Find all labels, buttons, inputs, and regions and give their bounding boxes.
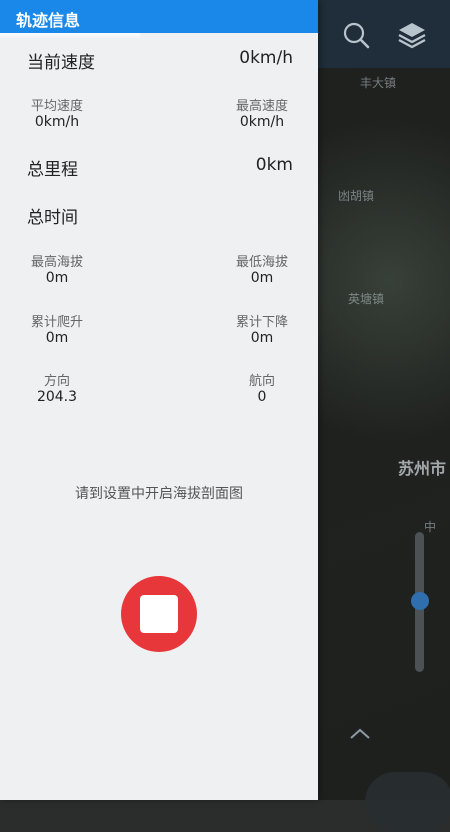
- total-climb-value: 0m: [45, 330, 69, 346]
- total-descent-label: 累计下降: [235, 315, 288, 330]
- avg-speed-label: 平均速度: [30, 99, 83, 114]
- current-speed-label: 当前速度: [27, 53, 95, 73]
- current-speed-value: 0km/h: [239, 48, 293, 68]
- panel-title: 轨迹信息: [16, 11, 81, 30]
- total-distance-row: 总里程 0km: [27, 155, 293, 180]
- stop-recording-button[interactable]: [121, 576, 197, 652]
- max-speed-stat: 最高速度 0km/h: [217, 95, 307, 130]
- avg-speed-value: 0km/h: [34, 114, 80, 130]
- direction-label: 方向: [43, 374, 70, 389]
- map-label: 英塘镇: [348, 292, 385, 306]
- min-altitude-stat: 最低海拔 0m: [217, 251, 307, 286]
- header-highlight: [0, 33, 140, 39]
- total-time-row: 总时间: [27, 203, 293, 228]
- min-altitude-value: 0m: [250, 270, 274, 286]
- avg-speed-stat: 平均速度 0km/h: [12, 95, 102, 130]
- min-altitude-label: 最低海拔: [235, 255, 288, 270]
- heading-stat: 航向 0: [217, 370, 307, 405]
- layers-icon[interactable]: [397, 20, 427, 50]
- panel-header: 轨迹信息: [0, 0, 318, 33]
- max-altitude-label: 最高海拔: [30, 255, 83, 270]
- map-bottom-button[interactable]: [365, 772, 450, 832]
- max-altitude-stat: 最高海拔 0m: [12, 251, 102, 286]
- map-label: 丰大镇: [360, 76, 397, 90]
- current-speed-row: 当前速度 0km/h: [27, 48, 293, 73]
- total-distance-label: 总里程: [27, 160, 78, 180]
- total-descent-stat: 累计下降 0m: [217, 311, 307, 346]
- direction-value: 204.3: [36, 389, 78, 405]
- direction-stat: 方向 204.3: [12, 370, 102, 405]
- heading-label: 航向: [248, 374, 275, 389]
- total-climb-label: 累计爬升: [30, 315, 83, 330]
- map-label: 凼胡镇: [338, 189, 375, 203]
- total-descent-value: 0m: [250, 330, 274, 346]
- total-climb-stat: 累计爬升 0m: [12, 311, 102, 346]
- map-label: 苏州市: [398, 459, 447, 478]
- map-label: 中: [424, 520, 437, 534]
- zoom-slider-thumb[interactable]: [411, 592, 429, 610]
- chevron-up-icon[interactable]: [348, 726, 372, 742]
- search-icon[interactable]: [341, 20, 371, 50]
- altitude-profile-hint: 请到设置中开启海拔剖面图: [75, 486, 243, 502]
- track-info-panel: 轨迹信息 当前速度 0km/h 平均速度 0km/h 最高速度 0km/h 总里…: [0, 0, 318, 800]
- heading-value: 0: [257, 389, 267, 405]
- total-time-label: 总时间: [27, 208, 78, 228]
- max-altitude-value: 0m: [45, 270, 69, 286]
- stop-icon: [140, 595, 178, 633]
- max-speed-value: 0km/h: [239, 114, 285, 130]
- total-distance-value: 0km: [255, 155, 293, 175]
- max-speed-label: 最高速度: [235, 99, 288, 114]
- map-toolbar: [318, 0, 450, 68]
